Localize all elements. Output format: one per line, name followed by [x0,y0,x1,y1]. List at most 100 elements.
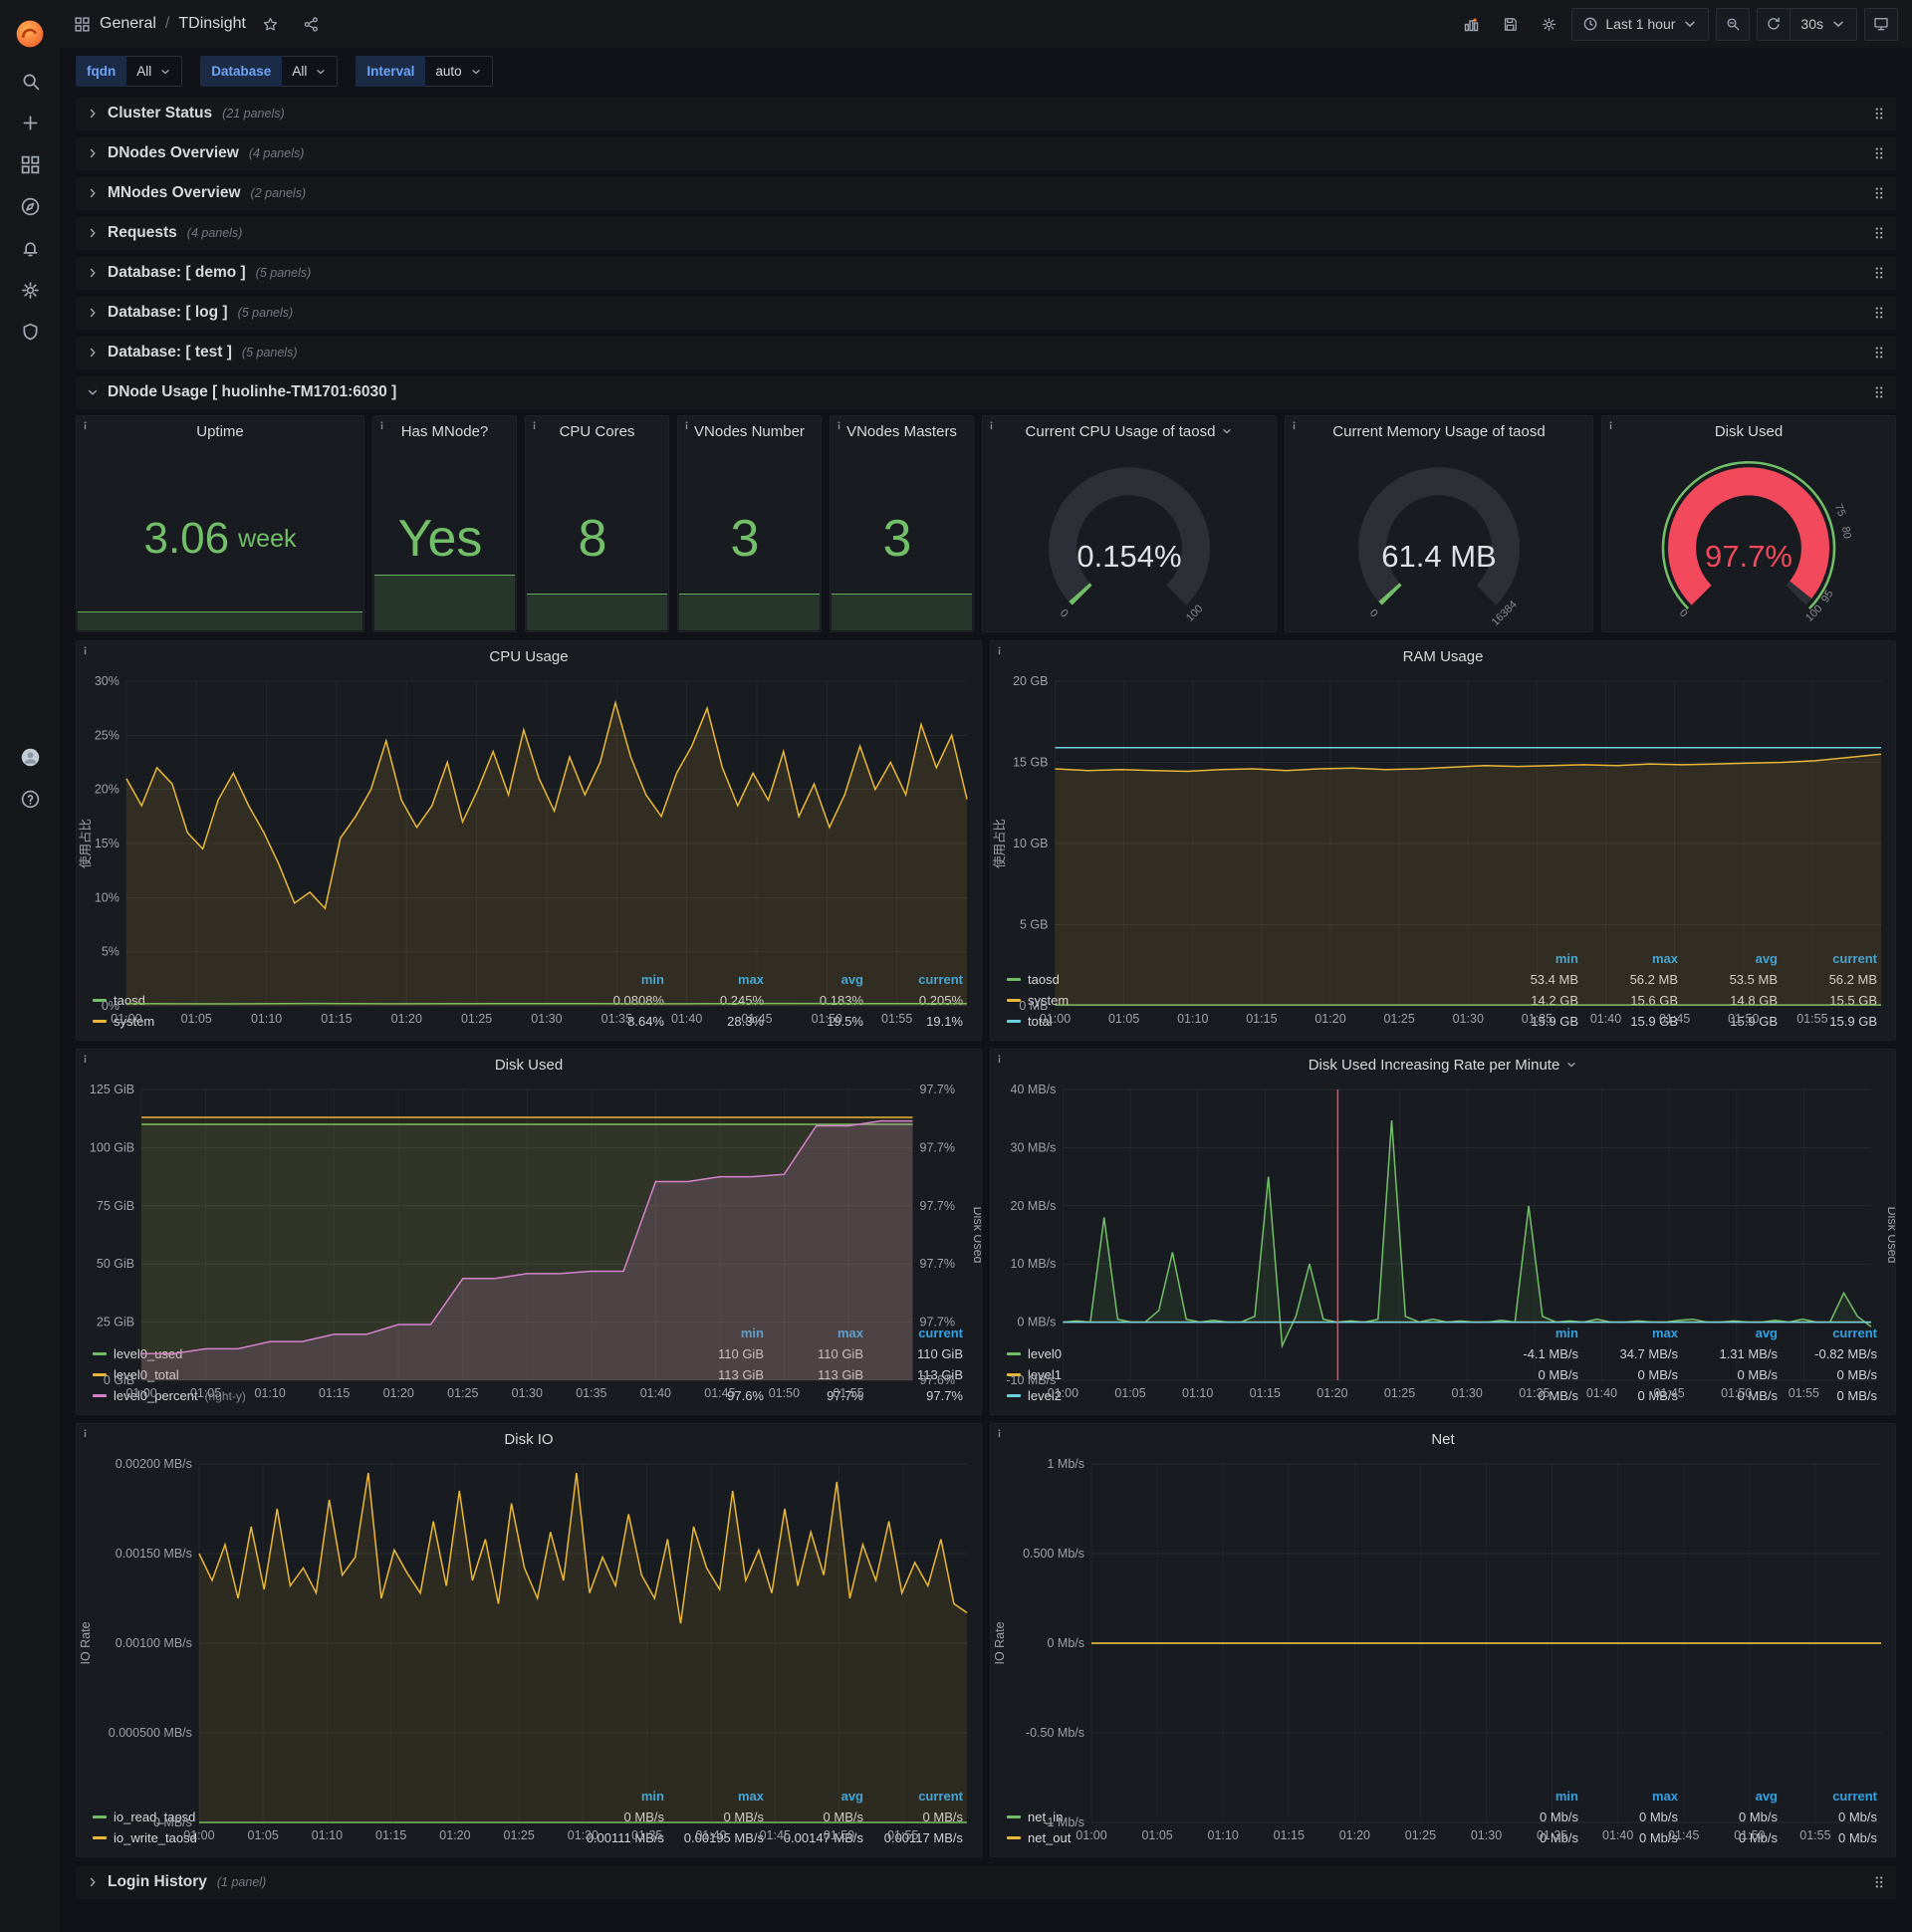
alerting-button[interactable] [7,227,53,269]
help-icon [21,790,39,808]
row-drag-handle[interactable] [1872,385,1886,399]
add-panel-button[interactable] [1455,8,1487,40]
panel-info-icon[interactable] [994,643,1005,659]
search-button[interactable] [7,60,53,102]
row-drag-handle[interactable] [1872,146,1886,160]
panel-title[interactable]: CPU Usage [77,641,981,671]
svg-text:01:10: 01:10 [255,1386,286,1400]
panel-has-mnode: Has MNode? Yes [372,415,517,632]
save-icon [1504,17,1517,31]
row-requests[interactable]: Requests (4 panels) [76,216,1896,250]
star-dashboard-button[interactable] [255,8,287,40]
svg-text:01:40: 01:40 [1590,1012,1621,1026]
drag-dots-icon [1875,1876,1883,1888]
panel-info-icon[interactable] [80,1426,91,1442]
panel-title[interactable]: VNodes Number [678,416,821,446]
stat-value: 3 [730,510,760,568]
svg-text:0: 0 [1058,607,1071,620]
chart-svg: 20 GB 15 GB 10 GB 5 GB 0 MB01:00 01:05 01:10 01… [992,674,1882,1026]
panel-title[interactable]: Disk Used [1602,416,1895,446]
svg-text:01:10: 01:10 [1208,1828,1239,1842]
panel-title[interactable]: Has MNode? [373,416,516,446]
grafana-logo[interactable] [7,8,53,60]
breadcrumb-folder[interactable]: General [100,15,156,33]
user-profile-button[interactable] [7,736,53,778]
svg-text:01:45: 01:45 [1668,1828,1699,1842]
panel-info-icon[interactable] [80,643,91,659]
breadcrumb-dashboard-title[interactable]: TDinsight [178,15,246,33]
panel-info-icon[interactable] [834,418,844,434]
zoom-out-icon [1727,18,1740,31]
svg-text:01:45: 01:45 [741,1012,772,1026]
zoom-out-time-button[interactable] [1716,7,1751,41]
panel-title-text: Disk Used [1714,422,1784,440]
create-button[interactable] [7,102,53,143]
share-dashboard-button[interactable] [296,8,328,40]
drag-dots-icon [1875,108,1883,120]
panel-info-icon[interactable] [994,1052,1005,1068]
refresh-dashboard-button[interactable] [1757,7,1791,41]
panel-title[interactable]: VNodes Masters [831,416,973,446]
row-drag-handle[interactable] [1872,306,1886,320]
panel-menu-chevron-icon [1567,1063,1575,1068]
row-drag-handle[interactable] [1872,186,1886,200]
svg-text:97.7%: 97.7% [920,1316,955,1329]
panel-info-icon[interactable] [1289,418,1300,434]
stat-value: 3 [882,510,912,568]
svg-text:20%: 20% [95,783,120,797]
panel-title[interactable]: CPU Cores [526,416,668,446]
row-drag-handle[interactable] [1872,1875,1886,1889]
panel-info-icon[interactable] [986,418,997,434]
panel-info-icon[interactable] [376,418,387,434]
panel-info-icon[interactable] [681,418,692,434]
panel-title[interactable]: Current Memory Usage of taosd [1286,416,1592,446]
variable-interval-dropdown[interactable]: auto [425,56,493,87]
row-drag-handle[interactable] [1872,346,1886,360]
dashboards-button[interactable] [7,143,53,185]
row-database-test[interactable]: Database: [ test ] (5 panels) [76,336,1896,369]
row-database-log[interactable]: Database: [ log ] (5 panels) [76,296,1896,330]
refresh-interval-picker[interactable]: 30s [1790,7,1857,41]
panel-title[interactable]: Disk Used Increasing Rate per Minute [991,1050,1895,1080]
row-drag-handle[interactable] [1872,107,1886,121]
panel-info-icon[interactable] [80,1052,91,1068]
panel-title[interactable]: Current CPU Usage of taosd [983,416,1276,446]
panel-info-icon[interactable] [80,418,91,434]
row-login-history[interactable]: Login History (1 panel) [76,1865,1896,1899]
configuration-button[interactable] [7,269,53,311]
time-range-picker[interactable]: Last 1 hour [1571,7,1710,41]
svg-text:01:00: 01:00 [1048,1386,1078,1400]
cycle-view-mode-button[interactable] [1864,7,1898,41]
server-admin-button[interactable] [7,311,53,353]
help-button[interactable] [7,778,53,820]
svg-text:25%: 25% [95,728,120,742]
panel-info-icon[interactable] [994,1426,1005,1442]
panel-title[interactable]: Net [991,1424,1895,1454]
dashboard-settings-button[interactable] [1533,8,1564,40]
row-mnodes-overview[interactable]: MNodes Overview (2 panels) [76,176,1896,210]
panel-title[interactable]: RAM Usage [991,641,1895,671]
row-dnode-usage[interactable]: DNode Usage [ huolinhe-TM1701:6030 ] [76,375,1896,409]
panel-menu-chevron-icon [1223,429,1232,434]
row-title: Cluster Status [108,105,213,121]
row-database-demo[interactable]: Database: [ demo ] (5 panels) [76,256,1896,290]
variable-database-dropdown[interactable]: All [282,56,339,87]
panel-title[interactable]: Disk Used [77,1050,981,1080]
panel-title[interactable]: Disk IO [77,1424,981,1454]
svg-text:40 MB/s: 40 MB/s [1011,1083,1057,1096]
row-cluster-status[interactable]: Cluster Status (21 panels) [76,97,1896,130]
save-dashboard-button[interactable] [1494,8,1526,40]
star-icon [264,17,278,31]
explore-button[interactable] [7,185,53,227]
svg-text:100: 100 [1184,603,1205,623]
svg-text:01:50: 01:50 [1734,1828,1765,1842]
svg-text:01:30: 01:30 [512,1386,543,1400]
row-drag-handle[interactable] [1872,266,1886,280]
row-dnodes-overview[interactable]: DNodes Overview (4 panels) [76,136,1896,170]
panel-info-icon[interactable] [529,418,540,434]
variable-fqdn-dropdown[interactable]: All [126,56,183,87]
panel-title[interactable]: Uptime [77,416,363,446]
panel-title-text: Net [1431,1430,1455,1448]
row-drag-handle[interactable] [1872,226,1886,240]
panel-info-icon[interactable] [1605,418,1616,434]
